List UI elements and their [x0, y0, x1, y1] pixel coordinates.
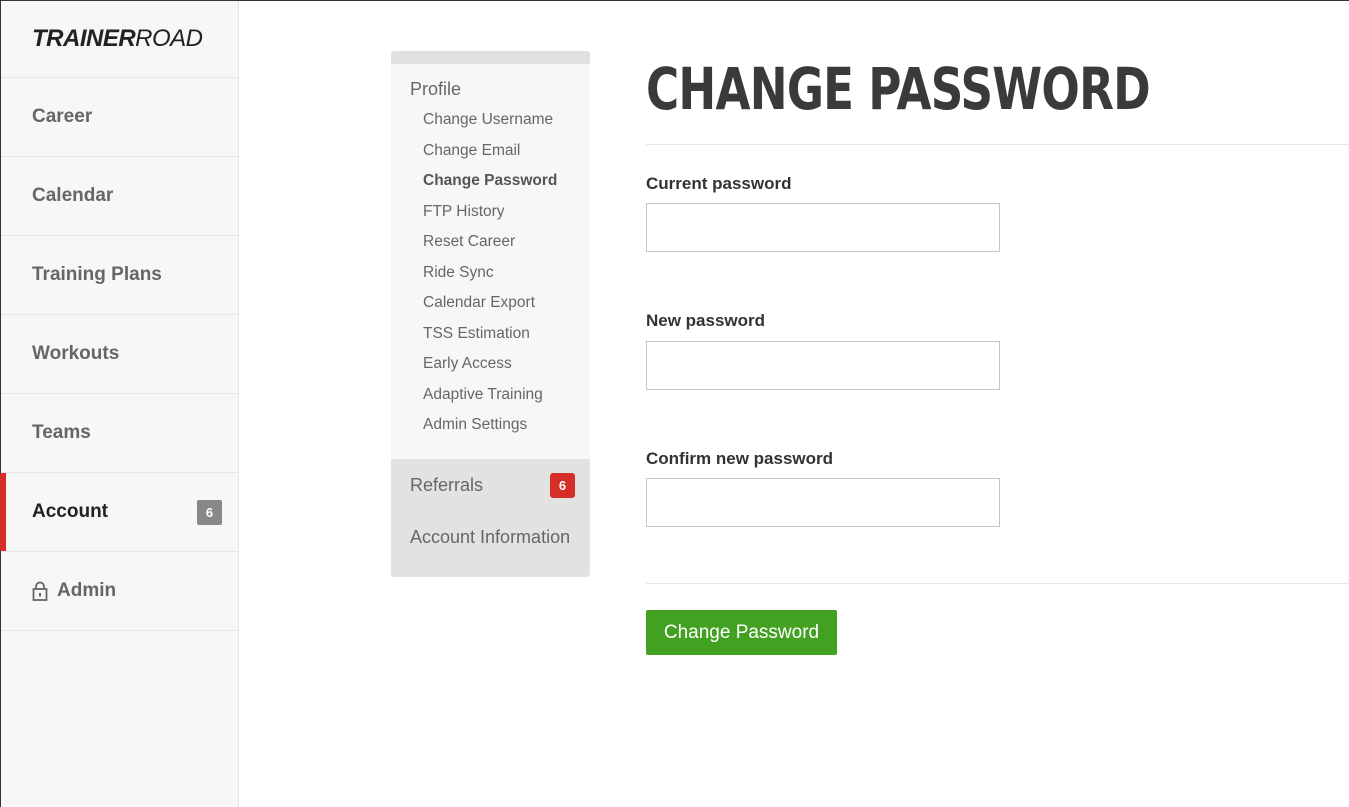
confirm-password-label: Confirm new password [646, 449, 834, 468]
nav-item-label: Training Plans [32, 264, 162, 285]
submenu-adaptive-training[interactable]: Adaptive Training [391, 384, 590, 415]
submenu-early-access[interactable]: Early Access [391, 353, 590, 384]
nav-item-label: Teams [32, 422, 91, 443]
change-password-button[interactable]: Change Password [646, 610, 837, 655]
nav-item-teams[interactable]: Teams [1, 394, 238, 473]
account-settings-menu: Profile Change Username Change Email Cha… [391, 51, 590, 577]
submenu-tss-estimation[interactable]: TSS Estimation [391, 323, 590, 354]
account-count-badge: 6 [197, 500, 222, 525]
submenu-change-email[interactable]: Change Email [391, 140, 590, 171]
lock-icon [32, 581, 48, 601]
main-sidebar: TRAINERROAD Career Calendar Training Pla… [0, 1, 239, 807]
confirm-password-input[interactable] [646, 478, 1000, 527]
new-password-input[interactable] [646, 341, 1000, 390]
submenu-profile[interactable]: Profile [391, 79, 590, 100]
submenu-ride-sync[interactable]: Ride Sync [391, 262, 590, 293]
submenu-top-bar [391, 51, 590, 64]
current-password-input[interactable] [646, 203, 1000, 252]
submenu-reset-career[interactable]: Reset Career [391, 231, 590, 262]
nav-item-account[interactable]: Account 6 [0, 473, 238, 552]
submenu-calendar-export[interactable]: Calendar Export [391, 292, 590, 323]
nav-item-label: Admin [57, 580, 117, 601]
submenu-other-sections: Referrals 6 Account Information [391, 458, 590, 577]
new-password-label: New password [646, 311, 766, 330]
submenu-change-password[interactable]: Change Password [391, 170, 590, 201]
divider [646, 144, 1349, 145]
nav-item-calendar[interactable]: Calendar [1, 157, 238, 236]
change-password-form: CHANGE PASSWORD Current password New pas… [646, 51, 1349, 655]
nav-item-label: Account [32, 501, 108, 522]
submenu-account-information[interactable]: Account Information [391, 513, 590, 577]
current-password-label: Current password [646, 174, 792, 193]
logo-text: TRAINERROAD [32, 25, 203, 52]
trainerroad-logo[interactable]: TRAINERROAD [1, 1, 238, 78]
profile-section: Profile Change Username Change Email Cha… [391, 64, 590, 459]
nav-item-training-plans[interactable]: Training Plans [1, 236, 238, 315]
referrals-label: Referrals [410, 475, 484, 495]
referrals-count-badge: 6 [550, 472, 575, 498]
nav-item-career[interactable]: Career [1, 78, 238, 157]
submenu-referrals[interactable]: Referrals 6 [391, 459, 590, 513]
page-title: CHANGE PASSWORD [646, 55, 1151, 123]
nav-item-label: Career [32, 106, 93, 127]
submenu-change-username[interactable]: Change Username [391, 109, 590, 140]
nav-item-workouts[interactable]: Workouts [1, 315, 238, 394]
divider [646, 583, 1349, 584]
submenu-admin-settings[interactable]: Admin Settings [391, 414, 590, 445]
nav-item-label: Calendar [32, 185, 114, 206]
nav-item-admin[interactable]: Admin [1, 552, 238, 631]
nav-item-label: Workouts [32, 343, 120, 364]
submenu-ftp-history[interactable]: FTP History [391, 201, 590, 232]
